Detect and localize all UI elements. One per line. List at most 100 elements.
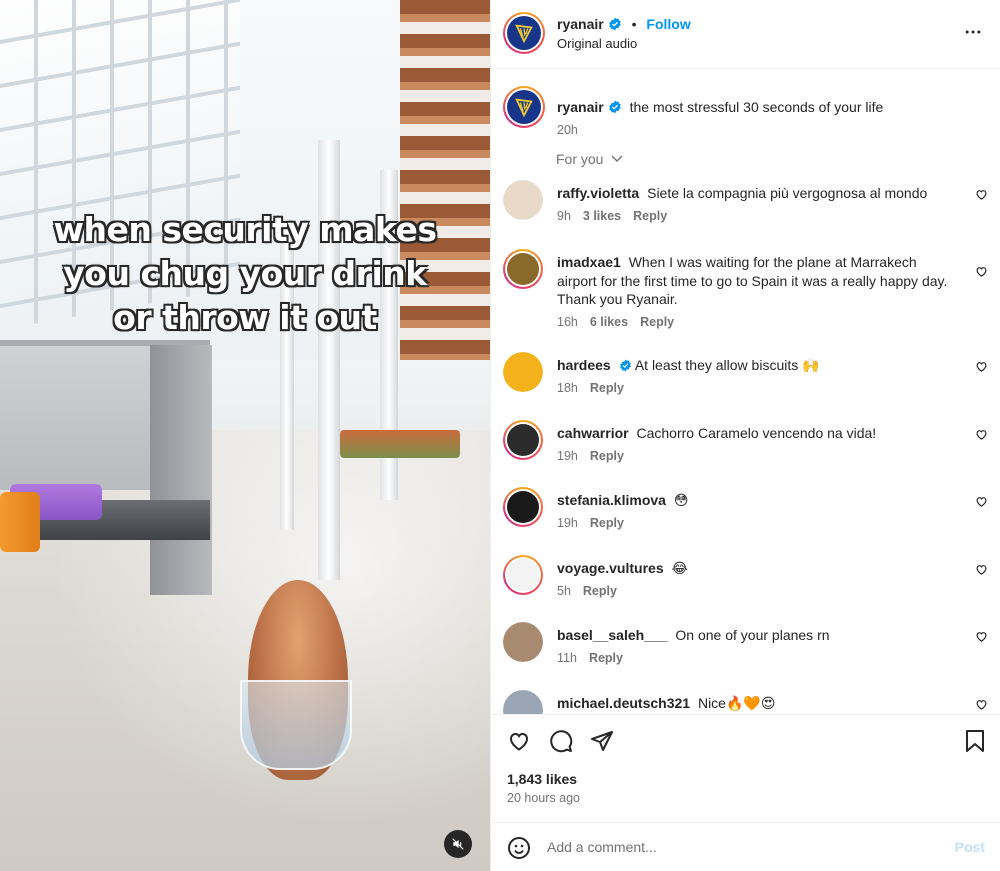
save-button[interactable] (965, 729, 985, 756)
comment-body: 😂 (671, 560, 688, 576)
comment-text: cahwarrior Cachorro Caramelo vencendo na… (557, 424, 952, 443)
avatar[interactable] (503, 12, 545, 54)
comment-body: 😳 (673, 492, 689, 508)
comment-meta: 5h Reply (557, 584, 629, 598)
comment-like-button[interactable] (975, 360, 988, 376)
sort-label: For you (556, 151, 604, 167)
send-icon (591, 731, 613, 751)
comment-meta: 19h Reply (557, 449, 636, 463)
comment-time[interactable]: 18h (557, 381, 578, 395)
more-options-button[interactable] (963, 22, 983, 45)
audio-label[interactable]: Original audio (557, 36, 637, 51)
comment-button[interactable] (549, 729, 573, 756)
comment-meta: 11h Reply (557, 651, 635, 665)
reply-button[interactable]: Reply (590, 381, 624, 395)
suitcase-orange (0, 492, 40, 552)
comment-text: imadxae1 When I was waiting for the plan… (557, 253, 952, 309)
avatar[interactable] (503, 622, 543, 662)
ryanair-harp-logo-icon (515, 24, 533, 44)
separator-dot: • (631, 16, 637, 32)
comment-time[interactable]: 19h (557, 516, 578, 530)
username-link[interactable]: hardees (557, 357, 611, 373)
comment-like-button[interactable] (975, 630, 988, 646)
heart-icon (975, 360, 988, 376)
reply-button[interactable]: Reply (640, 315, 674, 329)
comment-time[interactable]: 19h (557, 449, 578, 463)
username-link[interactable]: ryanair (557, 16, 604, 32)
avatar[interactable] (503, 487, 543, 527)
avatar[interactable] (503, 690, 543, 714)
reply-button[interactable]: Reply (589, 651, 623, 665)
post-caption: ryanair the most stressful 30 seconds of… (491, 82, 1000, 142)
avatar[interactable] (503, 352, 543, 392)
comment-likes[interactable]: 3 likes (583, 209, 621, 223)
comment-time[interactable]: 9h (557, 209, 571, 223)
speaker-muted-icon (452, 838, 464, 850)
drink-cup (240, 680, 352, 770)
comments-list[interactable]: ryanair the most stressful 30 seconds of… (491, 70, 1000, 714)
comment-like-button[interactable] (975, 698, 988, 714)
planter (340, 430, 460, 458)
action-bar (491, 714, 1000, 774)
heart-icon (975, 265, 988, 281)
comment-like-button[interactable] (975, 428, 988, 444)
reply-button[interactable]: Reply (633, 209, 667, 223)
header-title: ryanair • Follow (557, 16, 691, 34)
comment-body: On one of your planes rn (675, 627, 830, 643)
post-timestamp[interactable]: 20 hours ago (507, 791, 580, 805)
more-horizontal-icon (965, 30, 981, 34)
comment-body: Cachorro Caramelo vencendo na vida! (636, 425, 877, 441)
comment-likes[interactable]: 6 likes (590, 315, 628, 329)
comment-text: michael.deutsch321 Nice🔥🧡😍 (557, 694, 952, 713)
follow-button[interactable]: Follow (646, 16, 690, 32)
username-link[interactable]: ryanair (557, 99, 604, 115)
video-player[interactable]: when security makes you chug your drink … (0, 0, 490, 871)
heart-icon (975, 495, 988, 511)
comment-icon (550, 730, 573, 753)
comment-body: Nice🔥🧡😍 (697, 695, 776, 711)
comment-time[interactable]: 5h (557, 584, 571, 598)
avatar[interactable] (503, 86, 545, 128)
avatar[interactable] (503, 420, 543, 460)
username-link[interactable]: michael.deutsch321 (557, 695, 690, 711)
avatar[interactable] (503, 555, 543, 595)
like-button[interactable] (507, 729, 531, 756)
username-link[interactable]: cahwarrior (557, 425, 629, 441)
caption-time[interactable]: 20h (557, 123, 578, 137)
comment-like-button[interactable] (975, 188, 988, 204)
comment-body: At least they allow biscuits 🙌 (634, 357, 820, 373)
username-link[interactable]: stefania.klimova (557, 492, 666, 508)
comment-text: raffy.violetta Siete la compagnia più ve… (557, 184, 952, 203)
comment-sort-dropdown[interactable]: For you (556, 151, 623, 167)
comment-time[interactable]: 11h (557, 651, 577, 665)
post-sidebar: ryanair • Follow Original audio ryanair … (490, 0, 1000, 871)
heart-icon (509, 732, 529, 751)
heart-icon (975, 428, 988, 444)
comment-text: hardees At least they allow biscuits 🙌 (557, 356, 952, 377)
caption-line: when security makes (53, 210, 437, 249)
avatar[interactable] (503, 180, 543, 220)
username-link[interactable]: voyage.vultures (557, 560, 664, 576)
comment-like-button[interactable] (975, 563, 988, 579)
comment-time[interactable]: 16h (557, 315, 578, 329)
username-link[interactable]: imadxae1 (557, 254, 621, 270)
share-button[interactable] (590, 729, 614, 756)
comment-like-button[interactable] (975, 265, 988, 281)
emoji-button[interactable] (507, 836, 531, 863)
reply-button[interactable]: Reply (590, 516, 624, 530)
avatar[interactable] (503, 249, 543, 289)
username-link[interactable]: raffy.violetta (557, 185, 639, 201)
likes-count[interactable]: 1,843 likes (507, 771, 577, 787)
reply-button[interactable]: Reply (583, 584, 617, 598)
verified-badge-icon (608, 100, 622, 117)
comment-like-button[interactable] (975, 495, 988, 511)
verified-badge-icon (608, 17, 622, 34)
reply-button[interactable]: Reply (590, 449, 624, 463)
mute-button[interactable] (444, 830, 472, 858)
username-link[interactable]: basel__saleh___ (557, 627, 668, 643)
post-comment-button[interactable]: Post (955, 839, 985, 855)
heart-icon (975, 188, 988, 204)
comment-input[interactable] (547, 835, 927, 859)
comment-body: Siete la compagnia più vergognosa al mon… (647, 185, 928, 201)
post-dialog: when security makes you chug your drink … (0, 0, 1000, 871)
